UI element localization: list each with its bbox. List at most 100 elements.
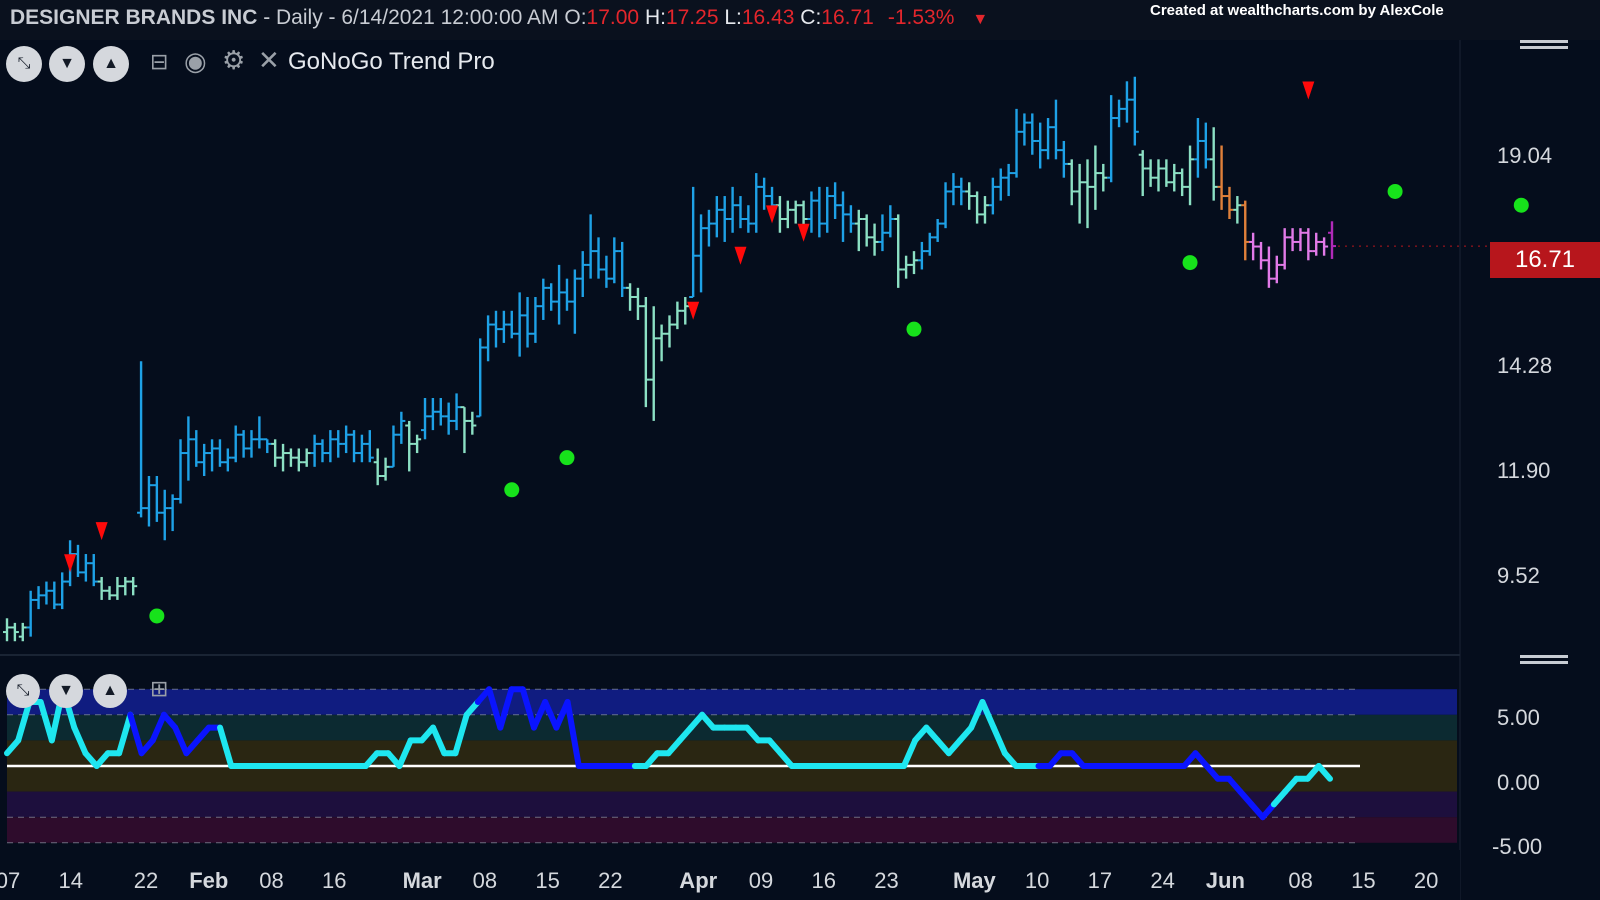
date-tick-label: 24 — [1150, 868, 1175, 893]
price-bar — [113, 576, 122, 600]
minimize-icon[interactable]: ⊟ — [150, 49, 168, 75]
price-bar — [744, 205, 753, 233]
chart-canvas[interactable] — [0, 0, 1600, 900]
price-bar — [697, 214, 706, 293]
price-bar — [1186, 145, 1195, 206]
price-bar — [34, 586, 43, 610]
price-bar — [137, 361, 146, 518]
go-trend-dot — [149, 608, 165, 624]
price-bar — [1193, 118, 1202, 178]
price-bar — [673, 301, 682, 330]
go-trend-dot — [559, 450, 575, 466]
price-bar — [649, 306, 658, 421]
price-bar — [736, 196, 745, 229]
price-tick-label: 9.52 — [1497, 563, 1540, 588]
price-bar — [263, 438, 272, 454]
price-bar — [200, 443, 209, 477]
price-bar — [815, 186, 824, 238]
menu-icon[interactable] — [1520, 40, 1568, 52]
price-bar — [704, 209, 713, 247]
price-bar — [996, 168, 1005, 201]
eye-icon[interactable]: ◉ — [184, 48, 207, 74]
price-bar — [823, 186, 832, 233]
price-bar — [728, 186, 737, 233]
price-bar — [1146, 159, 1155, 187]
price-bar — [807, 191, 816, 233]
date-tick-label: Jun — [1205, 868, 1245, 893]
price-bar — [1036, 122, 1045, 169]
price-bar — [1122, 81, 1131, 123]
price-bar — [26, 590, 35, 637]
price-bar — [657, 324, 666, 362]
countertrend-arrow-icon — [687, 301, 700, 320]
price-bar — [208, 439, 217, 472]
price-tick-label: 14.28 — [1497, 353, 1553, 378]
price-bar — [152, 476, 161, 522]
countertrend-arrow-icon — [1302, 81, 1315, 100]
price-bar — [1091, 145, 1100, 210]
price-bar — [176, 439, 185, 504]
price-bar — [1272, 255, 1281, 284]
price-bar — [1051, 99, 1060, 160]
price-bar — [1233, 196, 1242, 224]
price-bar — [1107, 95, 1116, 183]
price-bar — [247, 430, 256, 458]
price-bar — [1257, 241, 1266, 270]
price-bar — [1115, 99, 1124, 128]
price-bar — [862, 214, 871, 247]
date-tick-label: 15 — [535, 868, 560, 893]
price-bar — [1075, 163, 1084, 224]
price-bar — [941, 182, 950, 229]
price-bar — [452, 393, 461, 431]
price-bar — [89, 554, 98, 587]
price-bar — [97, 576, 106, 600]
price-bar — [499, 310, 508, 343]
price-bar — [468, 411, 477, 435]
arrow-down-icon[interactable]: ▼ — [49, 674, 83, 708]
arrow-up-icon[interactable]: ▲ — [93, 674, 127, 708]
price-bar — [988, 177, 997, 215]
price-bar — [562, 278, 571, 311]
price-bar — [491, 310, 500, 348]
price-bar — [310, 434, 319, 467]
add-panel-icon[interactable]: ⊞ — [150, 676, 168, 702]
countertrend-arrow-icon — [734, 246, 747, 265]
price-bar — [342, 425, 351, 454]
price-bar — [476, 338, 485, 418]
price-bar — [373, 448, 382, 486]
price-bar — [712, 196, 721, 238]
price-bar — [531, 297, 540, 343]
price-bar — [1296, 228, 1305, 252]
close-icon[interactable]: ✕ — [258, 47, 280, 73]
collapse-icon[interactable]: ⤡ — [6, 46, 42, 82]
price-bar — [980, 196, 989, 224]
date-tick-label: 08 — [1288, 868, 1313, 893]
gear-icon[interactable]: ⚙ — [222, 47, 245, 73]
oscillator-tick-label: -5.00 — [1492, 834, 1543, 859]
price-bar — [878, 214, 887, 252]
oscillator-tick-label: 0.00 — [1497, 770, 1540, 795]
date-tick-label: Mar — [402, 868, 442, 893]
price-bar — [1288, 228, 1297, 252]
date-tick-label: 20 — [1413, 868, 1439, 893]
price-bar — [886, 205, 895, 238]
price-bar — [681, 297, 690, 325]
price-bar — [1201, 122, 1210, 169]
price-bar — [783, 200, 792, 229]
menu-icon[interactable] — [1520, 655, 1568, 667]
price-bar — [949, 173, 958, 206]
collapse-icon[interactable]: ⤡ — [6, 674, 40, 708]
price-bar — [1328, 221, 1336, 259]
price-bar — [1130, 76, 1139, 146]
price-bar — [1004, 163, 1013, 197]
price-bar — [460, 406, 469, 454]
price-bar — [547, 283, 556, 311]
price-bar — [839, 191, 848, 242]
arrow-down-icon[interactable]: ▼ — [49, 46, 85, 82]
arrow-up-icon[interactable]: ▲ — [93, 46, 129, 82]
price-bar — [1225, 186, 1234, 219]
price-bar — [231, 425, 240, 463]
price-bar — [791, 200, 800, 224]
price-bar — [752, 173, 761, 233]
date-tick-label: 17 — [1087, 868, 1113, 893]
